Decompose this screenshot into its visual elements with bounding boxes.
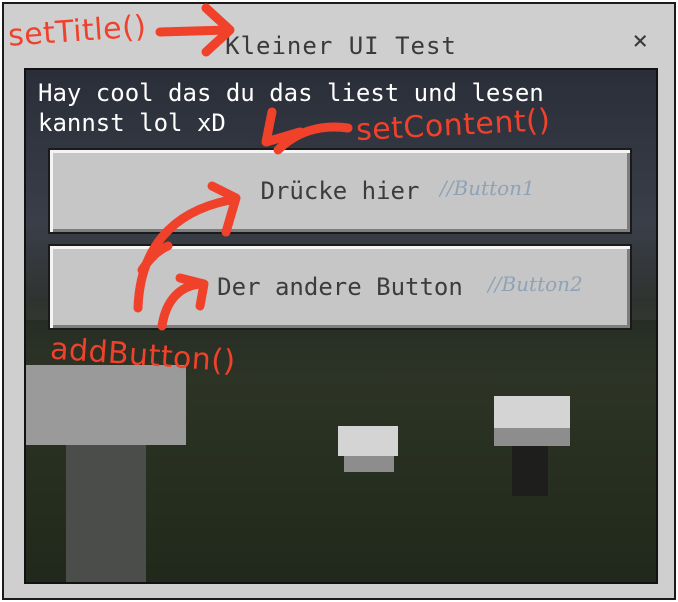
button-2-comment: //Button2: [488, 272, 583, 296]
background-cube: [494, 396, 570, 428]
background-block: [26, 365, 186, 445]
background-post: [512, 446, 548, 496]
background-cube-side: [494, 428, 570, 446]
button-1-comment: //Button1: [440, 176, 535, 200]
button-2-label: Der andere Button: [217, 273, 463, 301]
background-cube-2-side: [344, 456, 394, 472]
button-1-label: Drücke hier: [260, 177, 420, 205]
button-1[interactable]: Drücke hier: [48, 148, 632, 234]
background-cube-2: [338, 426, 398, 456]
background-block-side: [66, 445, 146, 582]
form-body: Hay cool das du das liest und lesen kann…: [24, 68, 658, 584]
close-icon[interactable]: ×: [632, 26, 648, 56]
form-window: Kleiner UI Test × Hay cool das du das li…: [0, 0, 678, 602]
